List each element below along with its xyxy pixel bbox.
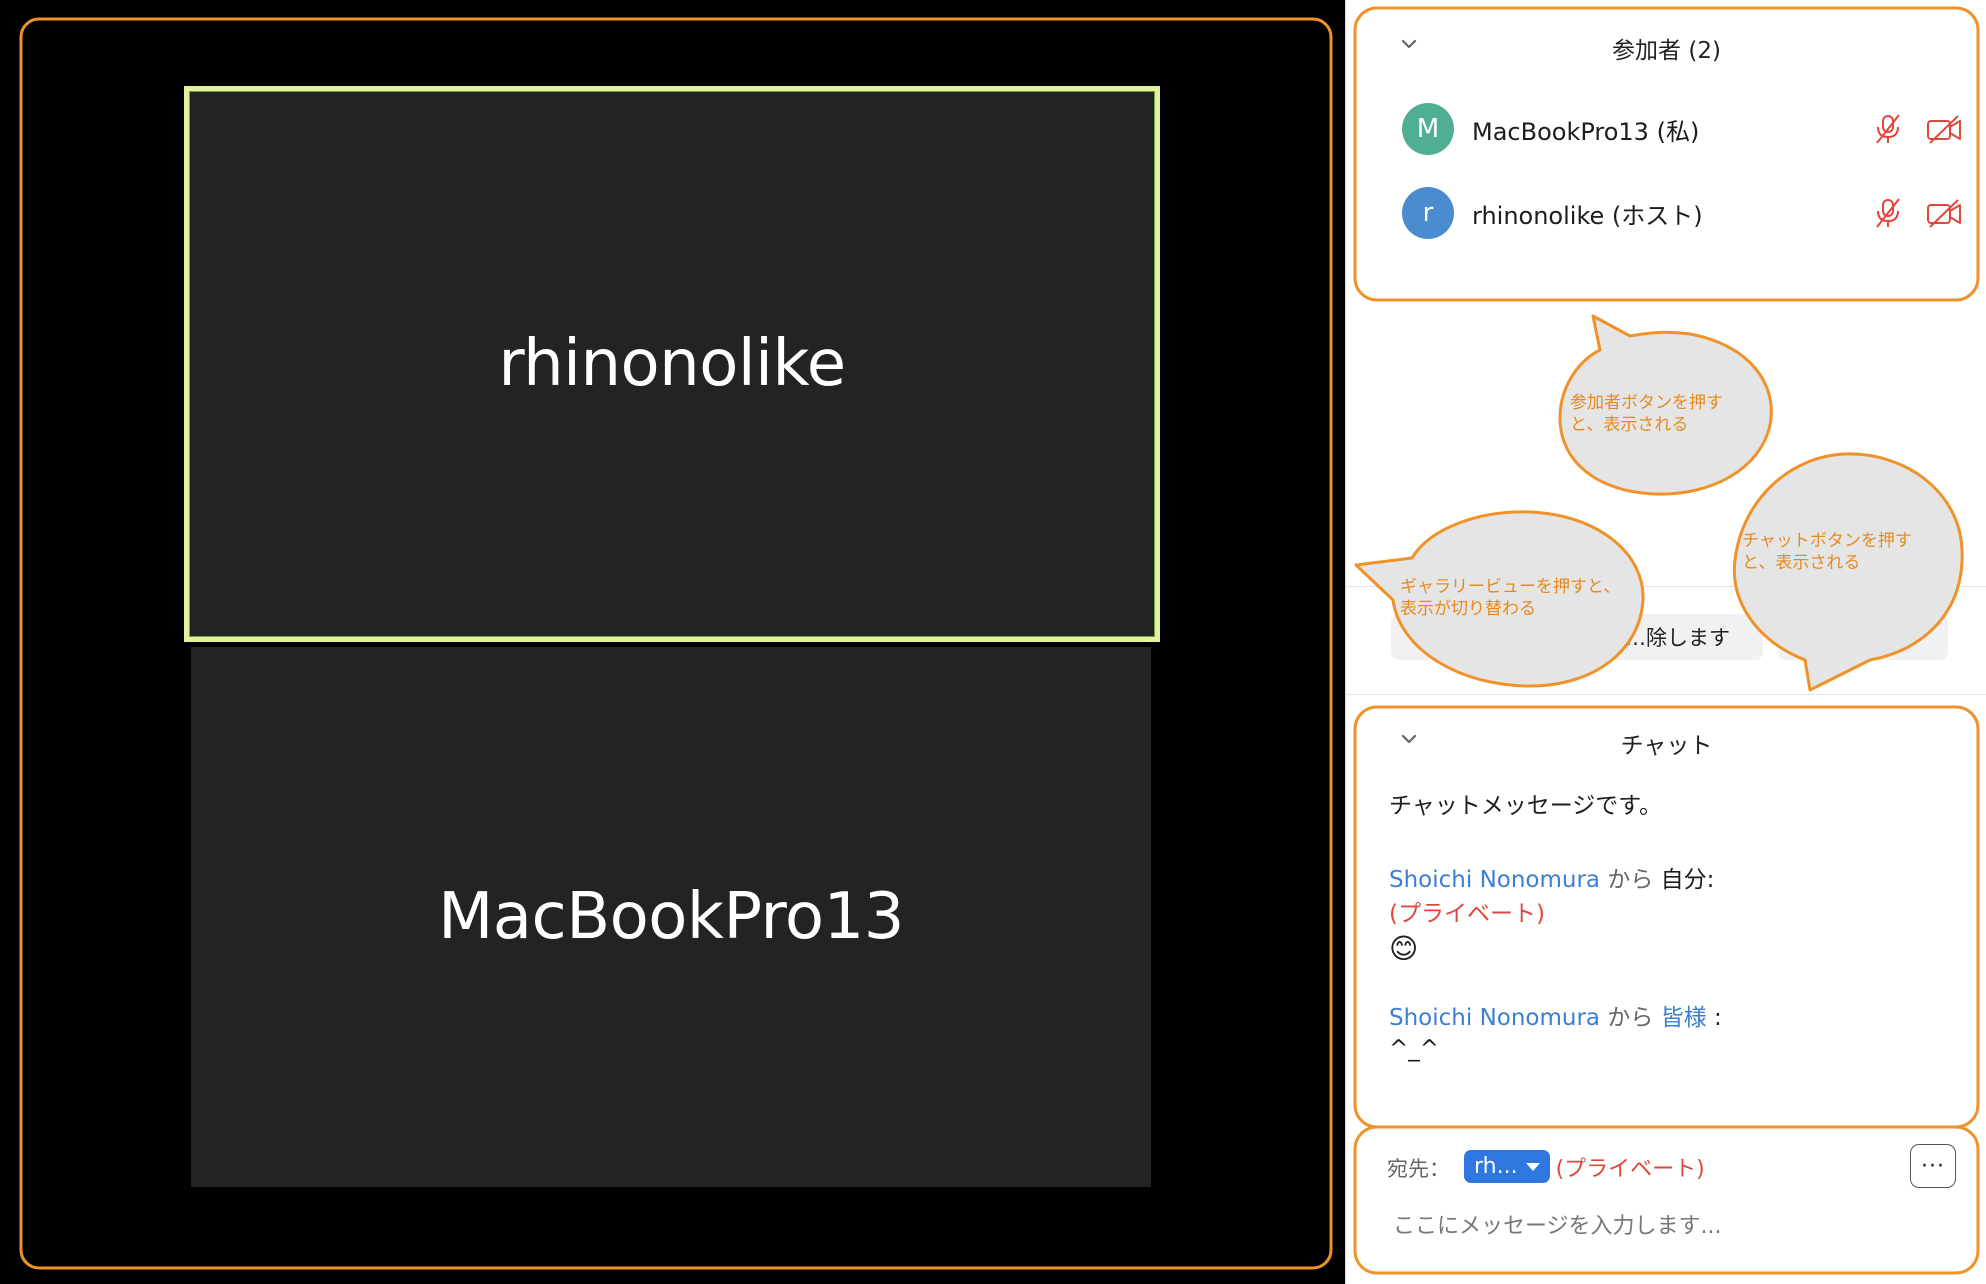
more-options-button[interactable]: ··· (1910, 1144, 1956, 1188)
video-tile-active-speaker[interactable]: rhinonolike (184, 86, 1160, 642)
annotation-line: ギャラリービューを押すと、 (1400, 577, 1621, 597)
chat-from-word: から (1607, 1005, 1654, 1031)
chat-from-word: から (1607, 867, 1654, 893)
annotation-text: チャットボタンを押す と、表示される (1742, 530, 1912, 574)
recipient-dropdown[interactable]: rh... (1464, 1150, 1550, 1183)
annotation-text: 参加者ボタンを押す と、表示される (1570, 392, 1723, 436)
button-label: ト…除します (1604, 626, 1730, 650)
chat-target-suffix: : (1713, 1005, 1722, 1031)
video-gallery-area: rhinonolike MacBookPro13 (0, 0, 1345, 1284)
annotation-line: 表示が切り替わる (1400, 599, 1536, 619)
divider (1346, 694, 1986, 695)
remove-button[interactable]: ト…除します (1391, 614, 1763, 660)
button-label: る (1897, 626, 1919, 650)
microphone-muted-icon[interactable] (1870, 113, 1906, 145)
annotation-line: と、表示される (1570, 415, 1689, 435)
avatar: r (1402, 187, 1454, 239)
chat-header: チャット (1620, 733, 1713, 759)
participant-row[interactable]: r rhinonolike (ホスト) (1402, 185, 1962, 241)
recipient-label: rh... (1474, 1154, 1518, 1179)
annotation-line: 参加者ボタンを押す (1570, 393, 1723, 413)
microphone-muted-icon[interactable] (1870, 197, 1906, 229)
video-tile-name: rhinonolike (498, 327, 846, 401)
ellipsis-icon: ··· (1921, 1153, 1945, 1179)
side-panel: 参加者 (2) M MacBookPro13 (私) r rhinonolike… (1345, 0, 1986, 1284)
video-tile-name: MacBookPro13 (438, 880, 904, 954)
chat-message-meta: Shoichi Nonomura から 自分: (1389, 860, 1714, 894)
caret-down-icon (1525, 1162, 1540, 1171)
chat-message: チャットメッセージです。 (1389, 793, 1663, 819)
chat-sender[interactable]: Shoichi Nonomura (1389, 1005, 1600, 1031)
annotation-line: チャットボタンを押す (1742, 531, 1912, 551)
annotation-text: ギャラリービューを押すと、 表示が切り替わる (1400, 576, 1620, 620)
chat-message-meta: Shoichi Nonomura から 皆様 : (1389, 998, 1722, 1032)
participant-row[interactable]: M MacBookPro13 (私) (1402, 101, 1962, 157)
participant-name: rhinonolike (ホスト) (1472, 201, 1703, 230)
video-off-icon[interactable] (1926, 197, 1962, 229)
recipient-selector: rh... (プライベート) (1464, 1150, 1705, 1183)
chat-input[interactable]: ここにメッセージを入力します... (1393, 1208, 1722, 1240)
private-tag: (プライベート) (1555, 1156, 1705, 1182)
chat-target: 自分: (1660, 867, 1715, 893)
private-tag: (プライベート) (1389, 901, 1545, 927)
avatar: M (1402, 103, 1454, 155)
participant-name: MacBookPro13 (私) (1472, 117, 1700, 146)
participants-header: 参加者 (2) (1612, 38, 1721, 64)
annotation-line: と、表示される (1742, 553, 1861, 573)
chat-sender[interactable]: Shoichi Nonomura (1389, 867, 1600, 893)
video-off-icon[interactable] (1926, 113, 1962, 145)
more-participants-button[interactable]: る (1778, 614, 1948, 660)
chat-message: ^_^ (1389, 1036, 1440, 1062)
chat-target: 皆様 (1660, 1005, 1707, 1031)
video-tile-self[interactable]: MacBookPro13 (191, 647, 1151, 1187)
smile-emoji: 😊 (1389, 932, 1419, 965)
to-label: 宛先： (1387, 1157, 1450, 1181)
